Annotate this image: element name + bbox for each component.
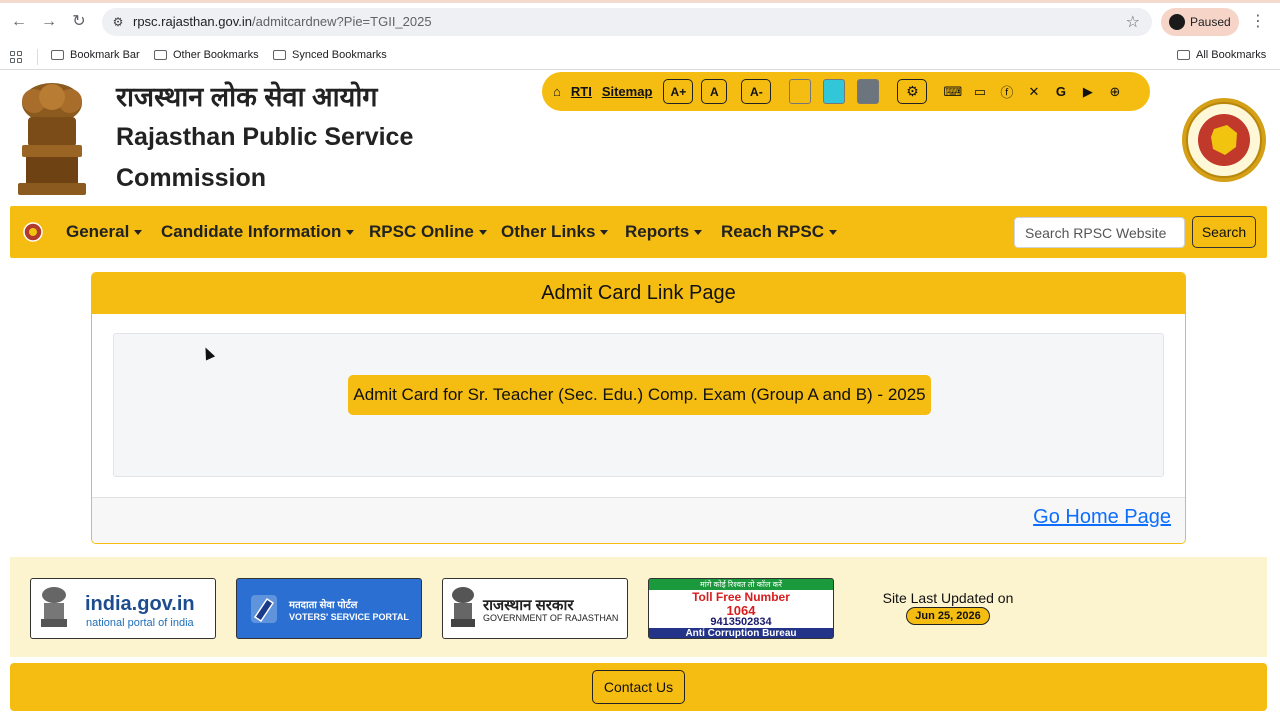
font-increase-button[interactable]: A+: [663, 79, 694, 104]
browser-menu-icon[interactable]: ⋮: [1250, 12, 1266, 32]
anti-corruption-link[interactable]: मांगे कोई रिश्वत तो कॉल करें Toll Free N…: [648, 578, 834, 639]
bookmark-star-icon[interactable]: ☆: [1126, 12, 1140, 32]
nav-other-links[interactable]: Other Links: [501, 222, 609, 242]
rajasthan-govt-hindi: राजस्थान सरकार: [483, 597, 574, 614]
back-icon[interactable]: ←: [9, 12, 29, 32]
page: राजस्थान लोक सेवा आयोग Rajasthan Public …: [0, 71, 1280, 720]
nav-candidate-information[interactable]: Candidate Information: [161, 222, 355, 242]
card-body: Admit Card for Sr. Teacher (Sec. Edu.) C…: [113, 333, 1164, 477]
browser-toolbar: ← → ↻ ⚙ rpsc.rajasthan.gov.in/admitcardn…: [0, 0, 1280, 44]
india-gov-link[interactable]: india.gov.in national portal of india: [30, 578, 216, 639]
voters-portal-hindi: मतदाता सेवा पोर्टल: [289, 600, 358, 611]
india-gov-subtitle: national portal of india: [86, 617, 194, 629]
bookmark-bookmark-bar[interactable]: Bookmark Bar: [51, 49, 140, 61]
chevron-down-icon: [346, 230, 355, 236]
site-title-hindi: राजस्थान लोक सेवा आयोग: [116, 82, 378, 112]
profile-button[interactable]: Paused: [1161, 8, 1239, 36]
bookmark-synced[interactable]: Synced Bookmarks: [273, 49, 387, 61]
rpsc-nav-logo-icon[interactable]: [23, 222, 43, 242]
chevron-down-icon: [694, 230, 703, 236]
contact-us-button[interactable]: Contact Us: [592, 670, 685, 704]
nav-rpsc-online[interactable]: RPSC Online: [369, 222, 487, 242]
nav-general[interactable]: General: [66, 222, 143, 242]
folder-icon: [273, 50, 286, 60]
chevron-down-icon: [134, 230, 143, 236]
profile-status: Paused: [1190, 15, 1231, 29]
rti-link[interactable]: RTI: [571, 84, 592, 99]
forward-icon[interactable]: →: [39, 12, 59, 32]
card-title: Admit Card Link Page: [92, 273, 1185, 314]
sitemap-link[interactable]: Sitemap: [602, 84, 653, 99]
updated-date-badge: Jun 25, 2026: [906, 607, 990, 625]
bookmarks-separator: [37, 49, 38, 65]
rajasthan-govt-english: GOVERNMENT OF RAJASTHAN: [483, 613, 619, 623]
folder-icon: [51, 50, 64, 60]
chevron-down-icon: [478, 230, 487, 236]
site-settings-icon[interactable]: ⚙: [110, 14, 126, 30]
voters-portal-link[interactable]: मतदाता सेवा पोर्टल VOTERS' SERVICE PORTA…: [236, 578, 422, 639]
x-twitter-icon[interactable]: ✕: [1024, 84, 1043, 100]
footer-links-band: india.gov.in national portal of india मत…: [10, 557, 1267, 657]
globe-language-icon[interactable]: ⊕: [1105, 84, 1124, 100]
admit-card-link-button[interactable]: Admit Card for Sr. Teacher (Sec. Edu.) C…: [348, 375, 931, 415]
acb-toll-label: Toll Free Number: [649, 590, 833, 604]
admit-card-panel: Admit Card Link Page Admit Card for Sr. …: [91, 272, 1186, 544]
apps-grid-icon[interactable]: [10, 51, 22, 63]
accessibility-bar: ⌂ RTI Sitemap A+ A A- ⚙ ⌨ ▭ ⓕ ✕ G ▶ ⊕: [542, 72, 1150, 111]
address-bar[interactable]: ⚙ rpsc.rajasthan.gov.in/admitcardnew?Pie…: [102, 8, 1152, 36]
nav-reports[interactable]: Reports: [625, 222, 703, 242]
theme-swatch-cyan[interactable]: [823, 79, 846, 104]
search-button[interactable]: Search: [1192, 216, 1256, 248]
folder-icon: [154, 50, 167, 60]
bookmarks-bar: Bookmark Bar Other Bookmarks Synced Book…: [0, 44, 1280, 70]
tab-strip-edge: [0, 0, 1280, 3]
site-title-line2: Commission: [116, 164, 267, 192]
ashoka-emblem-icon: [41, 587, 67, 627]
india-gov-title: india.gov.in: [85, 593, 195, 615]
voters-portal-english: VOTERS' SERVICE PORTAL: [289, 612, 409, 622]
ashoka-emblem-icon: [451, 587, 475, 627]
youtube-icon[interactable]: ▶: [1078, 84, 1097, 100]
site-title-line1: Rajasthan Public Service: [116, 123, 414, 151]
avatar: [1169, 14, 1185, 30]
rajasthan-govt-link[interactable]: राजस्थान सरकार GOVERNMENT OF RAJASTHAN: [442, 578, 628, 639]
card-footer: Go Home Page: [92, 497, 1185, 543]
address-url[interactable]: rpsc.rajasthan.gov.in/admitcardnew?Pie=T…: [133, 14, 432, 29]
home-icon[interactable]: ⌂: [553, 84, 561, 99]
font-decrease-button[interactable]: A-: [741, 79, 772, 104]
nav-reach-rpsc[interactable]: Reach RPSC: [721, 222, 837, 242]
theme-swatch-gray[interactable]: [857, 79, 880, 104]
go-home-link[interactable]: Go Home Page: [1033, 506, 1171, 529]
voting-hand-icon: [251, 595, 277, 623]
site-last-updated: Site Last Updated on Jun 25, 2026: [868, 590, 1028, 625]
rpsc-seal-icon: [1182, 98, 1266, 182]
acb-name: Anti Corruption Bureau: [649, 628, 833, 638]
bookmark-other[interactable]: Other Bookmarks: [154, 49, 259, 61]
bookmark-all[interactable]: All Bookmarks: [1177, 49, 1266, 61]
theme-swatch-yellow[interactable]: [789, 79, 812, 104]
google-icon[interactable]: G: [1051, 84, 1070, 99]
font-normal-button[interactable]: A: [701, 79, 728, 104]
bottom-bar: Contact Us: [10, 663, 1267, 711]
folder-icon: [1177, 50, 1190, 60]
site-title-english: Rajasthan Public Service Commission: [116, 117, 413, 199]
reload-icon[interactable]: ↻: [69, 12, 89, 32]
facebook-icon[interactable]: ⓕ: [997, 82, 1016, 101]
desktop-icon[interactable]: ▭: [970, 84, 989, 100]
search-input[interactable]: [1014, 217, 1185, 248]
settings-gear-icon[interactable]: ⚙: [897, 79, 928, 104]
keyboard-icon[interactable]: ⌨: [943, 84, 963, 100]
chevron-down-icon: [600, 230, 609, 236]
chevron-down-icon: [828, 230, 837, 236]
updated-label: Site Last Updated on: [882, 590, 1014, 606]
national-emblem-icon: [18, 83, 86, 195]
main-navbar: General Candidate Information RPSC Onlin…: [10, 206, 1267, 258]
acb-phone: 9413502834: [649, 617, 833, 628]
